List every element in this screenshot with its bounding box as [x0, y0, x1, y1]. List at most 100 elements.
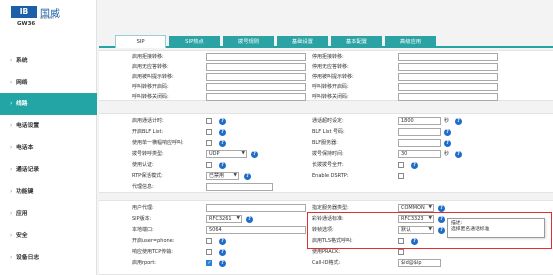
sidebar-item-apps[interactable]: › 应用 [0, 203, 97, 225]
user-phone-checkbox[interactable] [206, 238, 212, 244]
tab-sip[interactable]: SIP [115, 35, 166, 48]
sip-version-select[interactable]: RFC3261 ▼ [206, 215, 242, 223]
prack-checkbox[interactable] [398, 249, 404, 255]
help-icon[interactable]: ? [444, 140, 451, 147]
help-icon[interactable]: ? [219, 118, 226, 125]
field-label: 停用拒接转移: [312, 54, 344, 60]
sidebar-item-label: 电话本 [16, 145, 34, 151]
sidebar-item-label: 应用 [16, 211, 28, 217]
field-label: 呼叫转移开启码: [132, 84, 169, 90]
callee-prompt-forward-enable-input[interactable] [206, 73, 306, 81]
help-icon[interactable]: ? [219, 249, 226, 256]
noanswer-forward-disable-code-input[interactable] [398, 63, 498, 71]
tcp-response-checkbox[interactable] [206, 249, 212, 255]
sidebar-item-label: 设备日志 [16, 255, 40, 261]
field-label: 呼叫转移开启码: [312, 84, 349, 90]
field-label: 拨号保持时间: [312, 151, 344, 157]
help-icon[interactable]: ? [219, 129, 226, 136]
sidebar-item-label: 网络 [16, 80, 28, 86]
help-icon[interactable]: ? [455, 118, 462, 125]
call-timer-checkbox[interactable] [206, 118, 212, 124]
tooltip: 描述: 选择匿名通话标准 [447, 218, 545, 238]
call-id-format-input[interactable]: $id@$ip [398, 259, 441, 267]
help-icon[interactable]: ? [219, 140, 226, 147]
device-model: GW36 [17, 21, 36, 27]
chevron-down-icon: ▼ [428, 205, 432, 210]
help-icon[interactable]: ? [246, 216, 253, 223]
call-features-panel: 启用通话计时: ? 开启BLF List: ? 使用单一横幅响应呼叫: ? 拨号… [99, 113, 553, 193]
sidebar-item-call-log[interactable]: › 通话记录 [0, 159, 97, 181]
tab-dial-rules[interactable]: 拨号规则 [223, 36, 274, 48]
help-icon[interactable]: ? [219, 162, 226, 169]
unit-label: 秒 [444, 118, 450, 124]
rport-checkbox[interactable] [206, 260, 212, 266]
sidebar-item-function-keys[interactable]: › 功能键 [0, 181, 97, 203]
dsrtp-checkbox[interactable] [398, 173, 404, 179]
sidebar-item-phone-settings[interactable]: › 电话设置 [0, 115, 97, 137]
help-icon[interactable]: ? [219, 238, 226, 245]
logo-subtext: GUO WEI [40, 16, 54, 20]
help-icon[interactable]: ? [251, 151, 258, 158]
field-label: Enable DSRTP: [312, 173, 349, 179]
sidebar-item-security[interactable]: › 安全 [0, 225, 97, 247]
help-icon[interactable]: ? [438, 205, 445, 212]
help-icon[interactable]: ? [455, 151, 462, 158]
dial-hold-time-input[interactable]: 30 [398, 150, 441, 158]
blf-list-number-input[interactable] [398, 128, 441, 136]
forward-off-code-input[interactable] [206, 93, 306, 101]
local-port-input[interactable]: 5064 [206, 226, 306, 234]
rtp-keepalive-select[interactable]: 已禁用 ▼ [206, 172, 239, 180]
field-label: 启用拒接转移: [132, 54, 164, 60]
field-label: 本地端口: [132, 227, 154, 233]
field-label: 开启user=phone: [132, 238, 175, 244]
field-label: BLF服务器: [312, 140, 338, 146]
callee-prompt-forward-disable-input[interactable] [398, 73, 498, 81]
help-icon[interactable]: ? [444, 129, 451, 136]
chevron-down-icon: ▼ [233, 173, 237, 178]
select-value: 已禁用 [209, 173, 225, 179]
forward-on-code-input[interactable] [206, 83, 306, 91]
brand-logo: IB 国威 GUO WEI GW36 [0, 0, 97, 38]
dtmf-type-select[interactable]: UDP ▼ [206, 150, 247, 158]
field-label: 开启BLF List: [132, 129, 164, 135]
tab-sip-hotspot[interactable]: SIP热点 [169, 36, 220, 48]
forward-off-code-input-2[interactable] [398, 93, 498, 101]
field-label: 停用无应答转移: [312, 64, 349, 70]
help-icon[interactable]: ? [411, 162, 418, 169]
single-banner-checkbox[interactable] [206, 140, 212, 146]
tab-basic-settings[interactable]: 基础设置 [277, 36, 328, 48]
forward-on-code-input-2[interactable] [398, 83, 498, 91]
field-label: 呼叫转移关闭码: [132, 94, 169, 100]
blf-list-checkbox[interactable] [206, 129, 212, 135]
field-label: RTP保活模式: [132, 173, 163, 179]
reject-forward-enable-code-input[interactable] [206, 53, 306, 61]
tooltip-text: 选择匿名通话标准 [451, 227, 490, 232]
blf-server-input[interactable] [398, 139, 441, 147]
sidebar-item-phonebook[interactable]: › 电话本 [0, 137, 97, 159]
field-label: 使用认证: [132, 162, 154, 168]
noanswer-forward-enable-code-input[interactable] [206, 63, 306, 71]
field-label: 响应使用TCP传输: [132, 249, 173, 255]
field-label: 呼叫转移关闭码: [312, 94, 349, 100]
long-dial-checkbox[interactable] [398, 162, 404, 168]
unit-label: 秒 [444, 151, 450, 157]
user-agent-input[interactable] [206, 204, 306, 212]
field-label: 停用被叫提示转移: [312, 74, 354, 80]
tab-advanced[interactable]: 高级应用 [385, 36, 436, 48]
help-icon[interactable]: ? [244, 173, 251, 180]
sidebar-item-device-log[interactable]: › 设备日志 [0, 247, 97, 269]
sidebar-item-lines[interactable]: › 线路 [0, 93, 97, 115]
help-icon[interactable]: ? [219, 260, 226, 267]
proxy-info-input[interactable] [206, 183, 273, 191]
reject-forward-disable-code-input[interactable] [398, 53, 498, 61]
field-label: 用户代理: [132, 205, 154, 211]
server-type-select[interactable]: COMMON ▼ [398, 204, 434, 212]
use-auth-checkbox[interactable] [206, 162, 212, 168]
select-value: RFC3261 [209, 216, 232, 222]
sidebar-item-label: 电话设置 [16, 123, 40, 129]
call-timeout-input[interactable]: 1800 [398, 117, 441, 125]
sidebar-item-system[interactable]: › 系统 [0, 50, 97, 72]
chevron-down-icon: ▼ [241, 151, 245, 156]
tab-basic-config[interactable]: 基本配置 [331, 36, 382, 48]
sidebar-item-network[interactable]: › 网络 [0, 72, 97, 94]
